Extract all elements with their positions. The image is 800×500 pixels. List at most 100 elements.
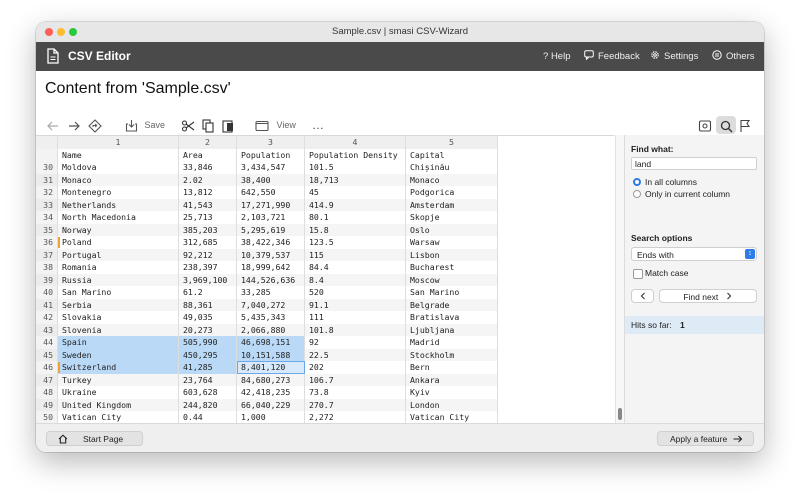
table-cell[interactable]: 84.4	[305, 261, 406, 274]
table-cell[interactable]: 520	[305, 286, 406, 299]
table-cell[interactable]: 106.7	[305, 373, 406, 386]
table-cell[interactable]: Moldova	[58, 161, 179, 174]
table-row[interactable]: 48 Ukraine 603,628 42,418,235 73.8 Kyiv	[36, 386, 614, 399]
table-cell[interactable]: 10,379,537	[237, 248, 305, 261]
table-cell[interactable]: 312,685	[179, 236, 237, 249]
table-cell[interactable]: 0.44	[179, 411, 237, 424]
table-row[interactable]: 34 North Macedonia 25,713 2,103,721 80.1 Skop…	[36, 211, 614, 224]
table-cell[interactable]: 1,000	[237, 411, 305, 424]
table-cell[interactable]: Belgrade	[406, 298, 498, 311]
preview-icon[interactable]	[698, 116, 712, 134]
flag-icon[interactable]	[739, 116, 751, 134]
table-cell[interactable]: 15.8	[305, 223, 406, 236]
table-cell[interactable]: Slovenia	[58, 323, 179, 336]
table-cell[interactable]: Russia	[58, 273, 179, 286]
table-cell[interactable]: 450,295	[179, 348, 237, 361]
table-cell[interactable]: Turkey	[58, 373, 179, 386]
table-row[interactable]: 35 Norway 385,203 5,295,619 15.8 Oslo	[36, 223, 614, 236]
table-cell[interactable]: 5,435,343	[237, 311, 305, 324]
table-cell[interactable]: United Kingdom	[58, 398, 179, 411]
table-cell[interactable]: Ukraine	[58, 386, 179, 399]
table-cell[interactable]: Madrid	[406, 336, 498, 349]
table-cell[interactable]: 18,999,642	[237, 261, 305, 274]
find-next-button[interactable]: Find next	[659, 289, 757, 303]
table-cell[interactable]: Skopje	[406, 211, 498, 224]
header-cell[interactable]: Population	[237, 148, 305, 161]
table-row[interactable]: 37 Portugal 92,212 10,379,537 115 Lisbon	[36, 248, 614, 261]
table-cell[interactable]: 10,151,588	[237, 348, 305, 361]
table-cell[interactable]: 3,969,100	[179, 273, 237, 286]
table-cell[interactable]: 73.8	[305, 386, 406, 399]
table-cell[interactable]: 238,397	[179, 261, 237, 274]
table-cell[interactable]: 49,035	[179, 311, 237, 324]
table-cell[interactable]: 642,550	[237, 186, 305, 199]
table-row[interactable]: 40 San Marino 61.2 33,285 520 San Marino	[36, 286, 614, 299]
column-number-cell[interactable]: 3	[237, 136, 305, 149]
table-cell[interactable]: Ljubljana	[406, 323, 498, 336]
column-number-row[interactable]: 12345	[36, 136, 614, 149]
table-cell[interactable]: Stockholm	[406, 348, 498, 361]
table-cell[interactable]: 92	[305, 336, 406, 349]
zoom-window-button[interactable]	[69, 28, 77, 36]
table-cell[interactable]: 33,285	[237, 286, 305, 299]
find-what-input[interactable]: land	[631, 157, 757, 170]
table-cell[interactable]: 111	[305, 311, 406, 324]
scroll-thumb[interactable]	[618, 408, 622, 420]
table-row[interactable]: 33 Netherlands 41,543 17,271,990 414.9 Amster…	[36, 198, 614, 211]
radio-in-all-columns[interactable]	[633, 178, 641, 186]
table-cell[interactable]: Portugal	[58, 248, 179, 261]
table-cell[interactable]: Bucharest	[406, 261, 498, 274]
table-row[interactable]: 41 Serbia 88,361 7,040,272 91.1 Belgrade	[36, 298, 614, 311]
table-cell[interactable]: 8,401,120	[237, 361, 305, 374]
table-cell[interactable]: 2,272	[305, 411, 406, 424]
table-cell[interactable]: Sweden	[58, 348, 179, 361]
table-cell[interactable]: Bratislava	[406, 311, 498, 324]
table-row[interactable]: 36 Poland 312,685 38,422,346 123.5 Warsaw	[36, 236, 614, 249]
table-cell[interactable]: Ankara	[406, 373, 498, 386]
table-cell[interactable]: San Marino	[406, 286, 498, 299]
table-cell[interactable]: 92,212	[179, 248, 237, 261]
table-cell[interactable]: San Marino	[58, 286, 179, 299]
table-cell[interactable]: 18,713	[305, 173, 406, 186]
header-cell[interactable]: Area	[179, 148, 237, 161]
table-cell[interactable]: 25,713	[179, 211, 237, 224]
cut-icon[interactable]	[181, 116, 195, 134]
view-button[interactable]: View	[255, 116, 296, 134]
header-cell[interactable]: Name	[58, 148, 179, 161]
close-window-button[interactable]	[45, 28, 53, 36]
table-cell[interactable]: Chișinău	[406, 161, 498, 174]
table-cell[interactable]: 8.4	[305, 273, 406, 286]
table-row[interactable]: 30 Moldova 33,846 3,434,547 101.5 Chișinău	[36, 161, 614, 174]
table-cell[interactable]: 101.8	[305, 323, 406, 336]
navigate-diamond-icon[interactable]	[88, 116, 102, 134]
table-row[interactable]: 44 Spain 505,990 46,698,151 92 Madrid	[36, 336, 614, 349]
table-cell[interactable]: 38,422,346	[237, 236, 305, 249]
table-cell[interactable]: Monaco	[406, 173, 498, 186]
table-cell[interactable]: 7,040,272	[237, 298, 305, 311]
table-cell[interactable]: 385,203	[179, 223, 237, 236]
table-row[interactable]: 42 Slovakia 49,035 5,435,343 111 Bratislava	[36, 311, 614, 324]
table-cell[interactable]: 115	[305, 248, 406, 261]
table-cell[interactable]: 20,273	[179, 323, 237, 336]
more-options-button[interactable]: …	[312, 116, 325, 134]
match-case-checkbox[interactable]	[633, 269, 643, 279]
feedback-button[interactable]: Feedback	[584, 42, 640, 71]
table-cell[interactable]: 33,846	[179, 161, 237, 174]
table-cell[interactable]: Norway	[58, 223, 179, 236]
table-cell[interactable]: 2.02	[179, 173, 237, 186]
table-cell[interactable]: Vatican City	[58, 411, 179, 424]
table-cell[interactable]: 46,698,151	[237, 336, 305, 349]
table-cell[interactable]: Moscow	[406, 273, 498, 286]
paste-icon[interactable]	[221, 116, 235, 134]
help-button[interactable]: ? Help	[543, 42, 570, 71]
table-row[interactable]: 45 Sweden 450,295 10,151,588 22.5 Stockholm	[36, 348, 614, 361]
table-cell[interactable]: 88,361	[179, 298, 237, 311]
find-previous-button[interactable]	[631, 289, 654, 303]
table-cell[interactable]: Podgorica	[406, 186, 498, 199]
table-cell[interactable]: Spain	[58, 336, 179, 349]
forward-arrow-icon[interactable]	[67, 116, 81, 134]
header-row[interactable]: Name Area Population Population Density Capi…	[36, 148, 614, 161]
table-cell[interactable]: Kyiv	[406, 386, 498, 399]
column-number-cell[interactable]: 2	[179, 136, 237, 149]
table-cell[interactable]: 41,543	[179, 198, 237, 211]
